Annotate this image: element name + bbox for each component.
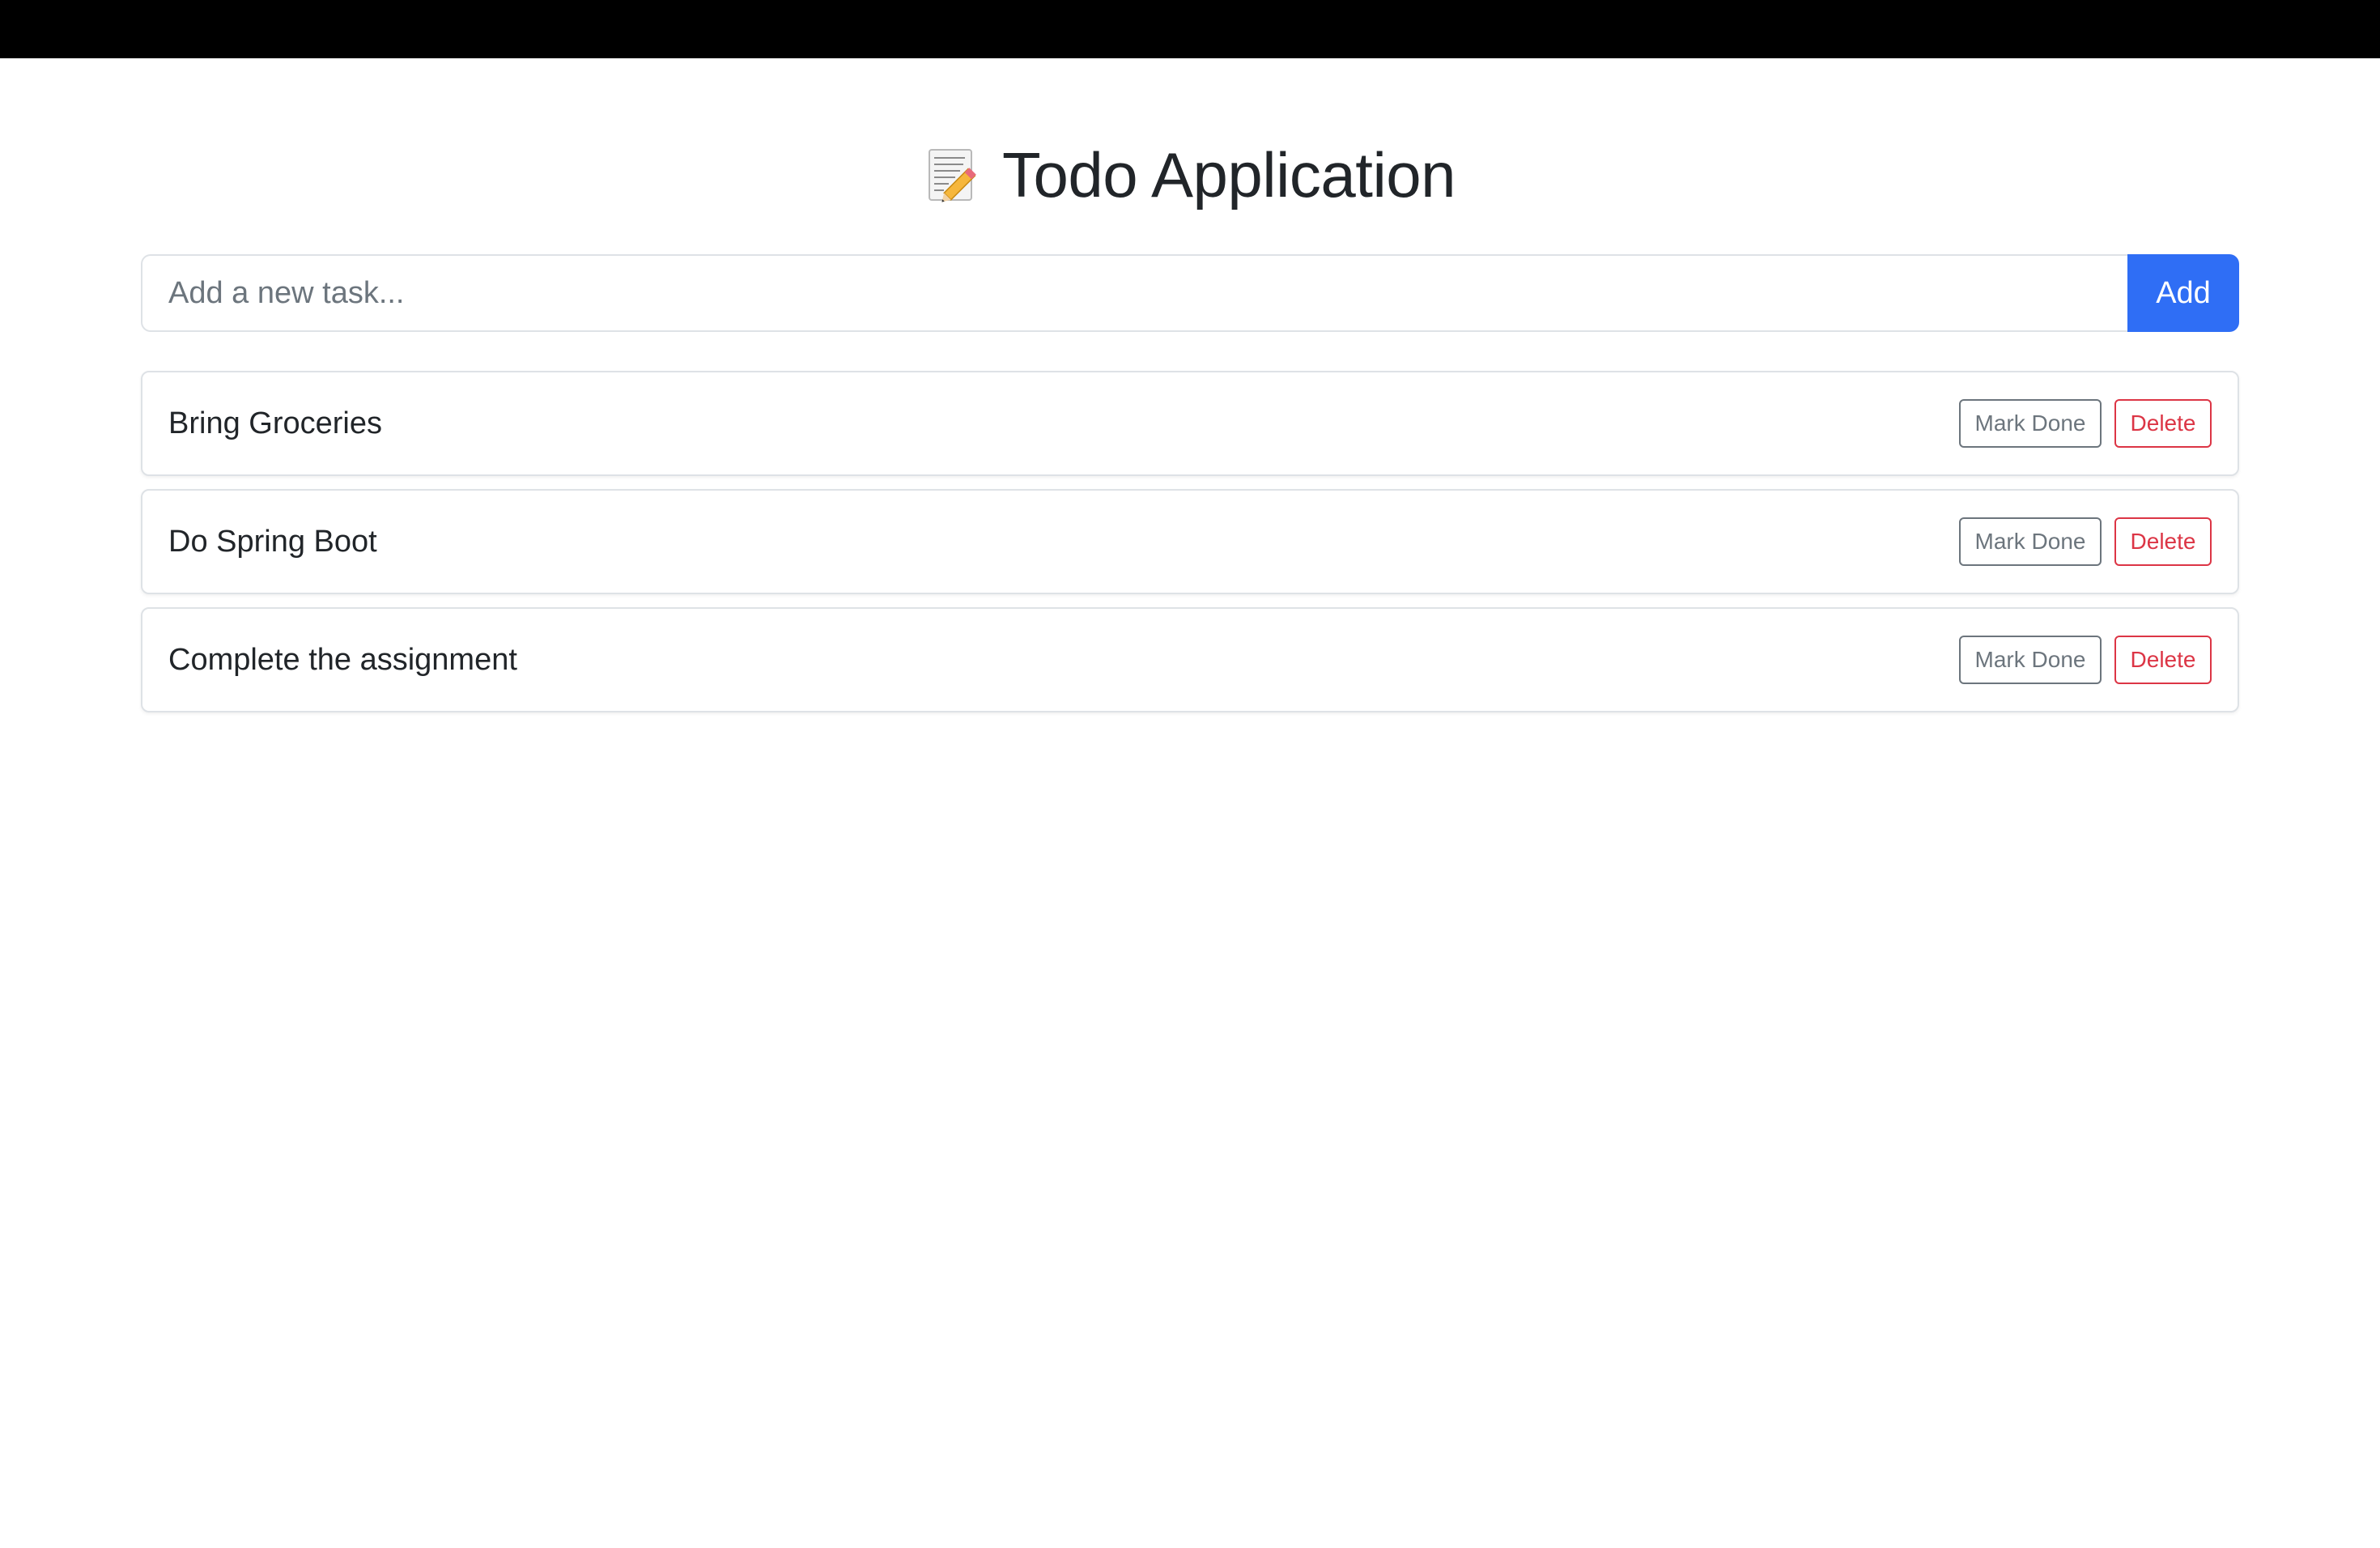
add-task-button[interactable]: Add [2127, 254, 2239, 332]
new-task-input[interactable] [141, 254, 2127, 332]
memo-pencil-icon [924, 145, 984, 205]
page-title: Todo Application [1001, 139, 1456, 211]
mark-done-button[interactable]: Mark Done [1959, 517, 2102, 566]
task-list: Bring Groceries Mark Done Delete Do Spri… [141, 371, 2239, 712]
task-actions: Mark Done Delete [1959, 399, 2212, 448]
page-header: Todo Application [141, 136, 2239, 214]
add-task-form: Add [141, 254, 2239, 332]
mark-done-button[interactable]: Mark Done [1959, 636, 2102, 684]
task-item: Bring Groceries Mark Done Delete [141, 371, 2239, 476]
delete-button[interactable]: Delete [2114, 517, 2212, 566]
task-text: Complete the assignment [168, 642, 517, 677]
todo-app: Todo Application Add Bring Groceries Mar… [141, 58, 2239, 725]
task-item: Do Spring Boot Mark Done Delete [141, 489, 2239, 594]
delete-button[interactable]: Delete [2114, 399, 2212, 448]
task-text: Do Spring Boot [168, 524, 377, 559]
task-actions: Mark Done Delete [1959, 636, 2212, 684]
delete-button[interactable]: Delete [2114, 636, 2212, 684]
mark-done-button[interactable]: Mark Done [1959, 399, 2102, 448]
top-bar [0, 0, 2380, 58]
task-actions: Mark Done Delete [1959, 517, 2212, 566]
task-text: Bring Groceries [168, 406, 382, 440]
task-item: Complete the assignment Mark Done Delete [141, 607, 2239, 712]
